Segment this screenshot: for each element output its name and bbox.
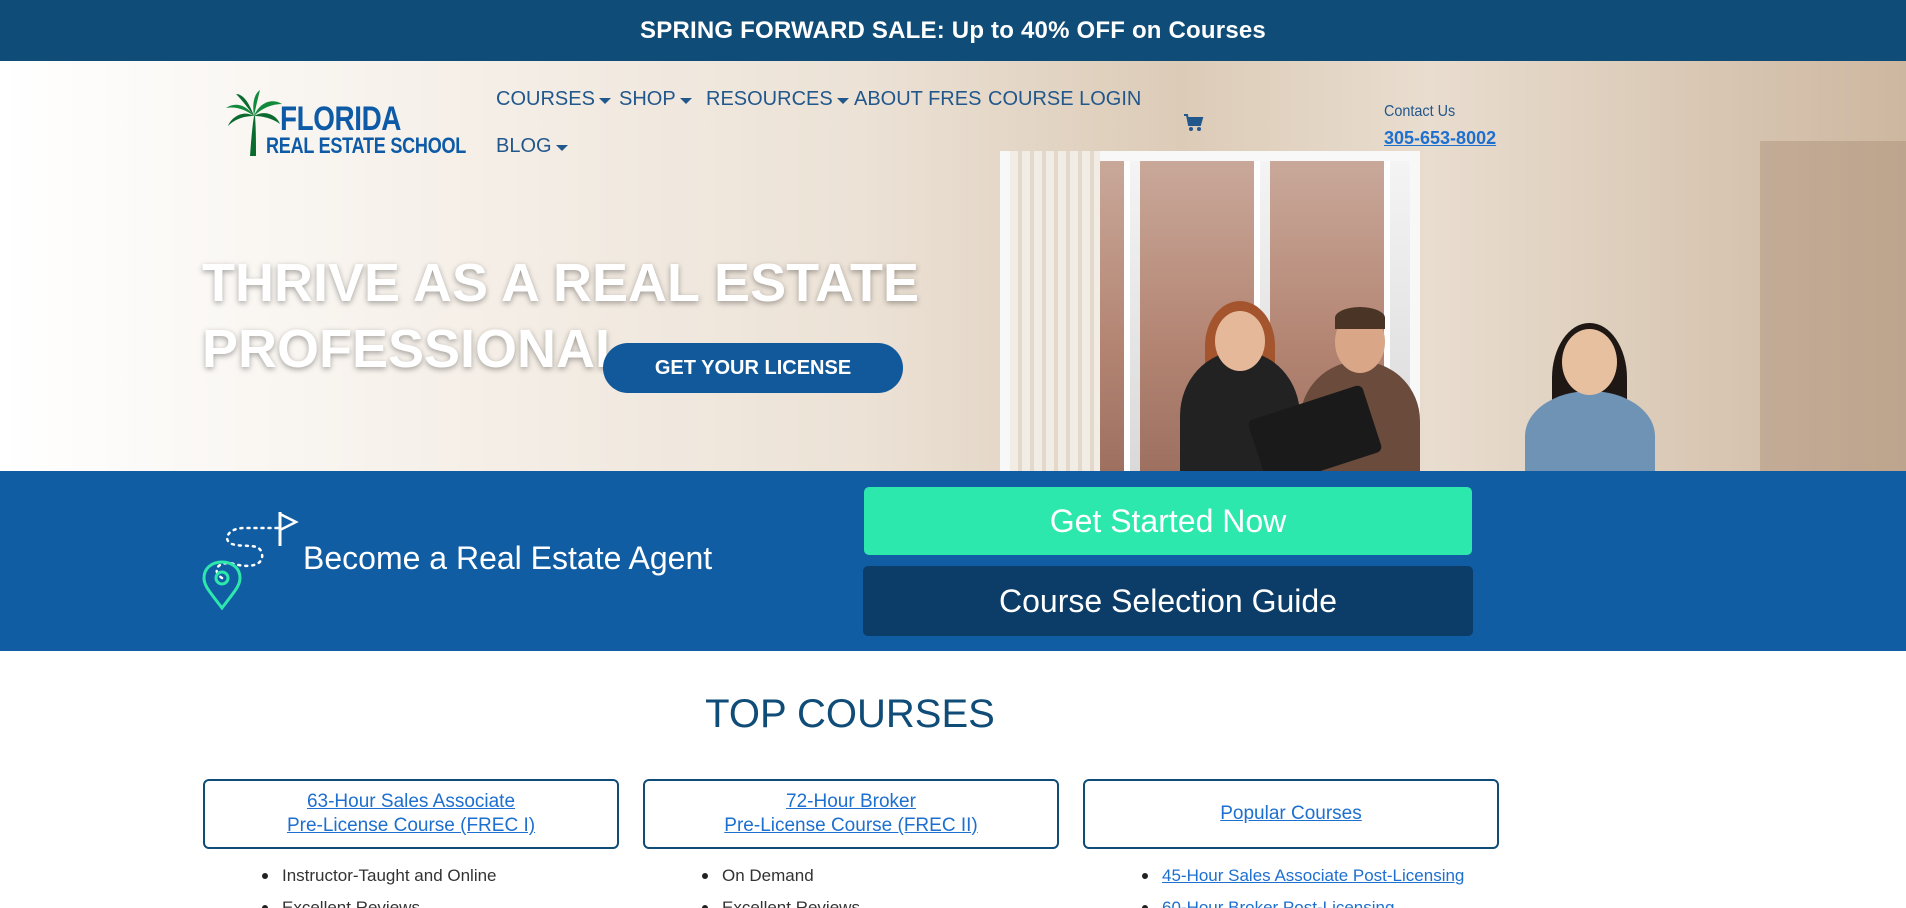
course-card-broker[interactable]: 72-Hour Broker Pre-License Course (FREC … bbox=[643, 779, 1059, 849]
get-license-button[interactable]: GET YOUR LICENSE bbox=[603, 343, 903, 393]
list-item: Excellent Reviews bbox=[242, 892, 497, 908]
course-link-line1[interactable]: 72-Hour Broker bbox=[786, 790, 916, 814]
nav-about[interactable]: ABOUT FRES bbox=[854, 88, 981, 111]
caret-down-icon bbox=[598, 97, 611, 104]
course-link-line2[interactable]: Pre-License Course (FREC I) bbox=[287, 814, 535, 838]
contact-phone-link[interactable]: 305-653-8002 bbox=[1384, 128, 1496, 149]
top-courses-heading: TOP COURSES bbox=[705, 692, 995, 736]
nav-resources[interactable]: RESOURCES bbox=[706, 88, 849, 111]
list-item-link[interactable]: 60-Hour Broker Post-Licensing bbox=[1122, 892, 1464, 908]
list-item: On Demand bbox=[682, 860, 860, 892]
get-started-button[interactable]: Get Started Now bbox=[864, 487, 1472, 555]
nav-blog[interactable]: BLOG bbox=[496, 135, 568, 158]
course-card-sales-associate[interactable]: 63-Hour Sales Associate Pre-License Cour… bbox=[203, 779, 619, 849]
course-selection-guide-button[interactable]: Course Selection Guide bbox=[863, 566, 1473, 636]
caret-down-icon bbox=[836, 97, 849, 104]
course-link-line1[interactable]: 63-Hour Sales Associate bbox=[307, 790, 515, 814]
contact-label: Contact Us bbox=[1384, 103, 1456, 120]
map-pin-route-flag-icon bbox=[202, 511, 299, 610]
nav-courses[interactable]: COURSES bbox=[496, 88, 611, 111]
course-features-list: On Demand Excellent Reviews bbox=[682, 860, 860, 908]
caret-down-icon bbox=[555, 144, 568, 151]
list-item: Excellent Reviews bbox=[682, 892, 860, 908]
promo-text: SPRING FORWARD SALE: Up to 40% OFF on Co… bbox=[640, 16, 1266, 44]
course-link-popular[interactable]: Popular Courses bbox=[1220, 802, 1362, 826]
band-headline: Become a Real Estate Agent bbox=[303, 540, 713, 576]
logo-text-school: REAL ESTATE SCHOOL bbox=[266, 133, 467, 158]
course-features-list: Instructor-Taught and Online Excellent R… bbox=[242, 860, 497, 908]
hero-curtain-image bbox=[1010, 151, 1100, 471]
nav-course-login[interactable]: COURSE LOGIN bbox=[988, 88, 1141, 111]
promo-banner[interactable]: SPRING FORWARD SALE: Up to 40% OFF on Co… bbox=[0, 0, 1906, 61]
list-item-link[interactable]: 45-Hour Sales Associate Post-Licensing bbox=[1122, 860, 1464, 892]
popular-courses-list: 45-Hour Sales Associate Post-Licensing 6… bbox=[1122, 860, 1464, 908]
site-logo[interactable]: FLORIDA REAL ESTATE SCHOOL bbox=[224, 88, 466, 158]
cart-button[interactable] bbox=[1184, 114, 1204, 137]
nav-shop[interactable]: SHOP bbox=[619, 88, 692, 111]
course-link-line2[interactable]: Pre-License Course (FREC II) bbox=[724, 814, 977, 838]
caret-down-icon bbox=[679, 97, 692, 104]
list-item: Instructor-Taught and Online bbox=[242, 860, 497, 892]
shopping-cart-icon bbox=[1184, 114, 1204, 131]
course-card-popular[interactable]: Popular Courses bbox=[1083, 779, 1499, 849]
